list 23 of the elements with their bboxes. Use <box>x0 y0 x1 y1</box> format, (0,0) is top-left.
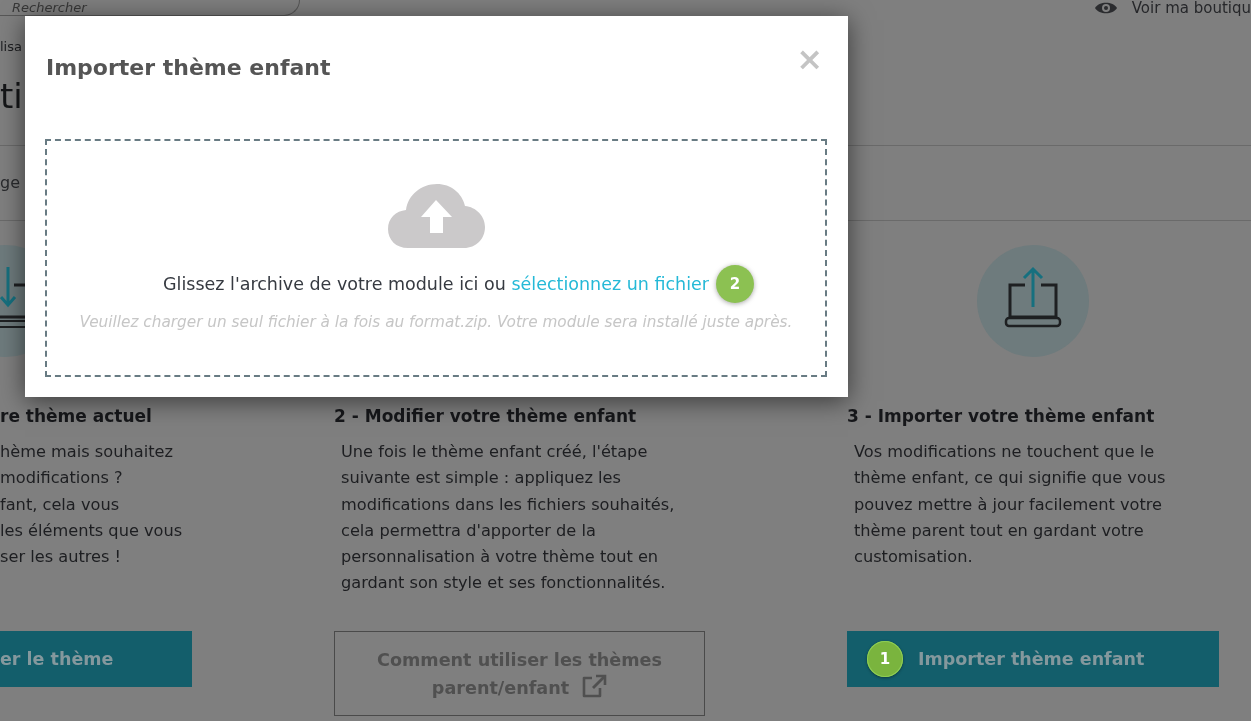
modal-title: Importer thème enfant <box>46 54 331 82</box>
step-number-badge: 2 <box>716 265 754 303</box>
close-button[interactable]: × <box>796 42 823 76</box>
dropzone-text: Glissez l'archive de votre module ici ou sélectionnez un fichier <box>163 273 709 296</box>
step-description: Une fois le thème enfant créé, l'étape suivante est simple : appliquez les modifications dans les fichiers souhaités, cela permettra d'apporter de la personnalisation à votre thème tout en gardant son style et ses fonctionnalités. <box>340 441 675 595</box>
tab[interactable]: ge <box>0 173 20 193</box>
select-file-link[interactable]: sélectionnez un fichier <box>511 274 709 294</box>
breadcrumb-text: lisa <box>0 38 22 56</box>
step-description: Vos modifications ne touchent que le thème enfant, ce qui signifie que vous pouvez mettre à jour facilement votre thème parent tout en gardant votre customisation. <box>853 441 1166 569</box>
file-dropzone[interactable]: Glissez l'archive de votre module ici ou sélectionnez un fichier 2 Veuillez charger un seul fichier à la fois au format.zip. Votre module sera installé juste après. <box>45 139 827 377</box>
step-title: 2 - Modifier votre thème enfant <box>334 405 637 427</box>
page-title: ti <box>0 75 23 118</box>
step-title: re thème actuel <box>0 405 152 427</box>
action-button[interactable]: er le thème <box>0 631 192 687</box>
laptop-download-icon <box>0 245 25 357</box>
upload-hint: Veuillez charger un seul fichier à la fois au format.zip. Votre module sera installé juste après. <box>79 312 793 332</box>
cloud-upload-icon <box>387 184 485 248</box>
step-description: hème mais souhaitez modifications ? fant, cela vous les éléments que vous ser les autres ! <box>0 441 183 569</box>
view-shop-link[interactable]: Voir ma boutiqu <box>1093 0 1251 16</box>
action-button[interactable]: 1 Importer thème enfant <box>847 631 1219 687</box>
step-title: 3 - Importer votre thème enfant <box>847 405 1155 427</box>
laptop-upload-icon <box>977 245 1089 357</box>
step-number-badge: 1 <box>867 641 903 677</box>
